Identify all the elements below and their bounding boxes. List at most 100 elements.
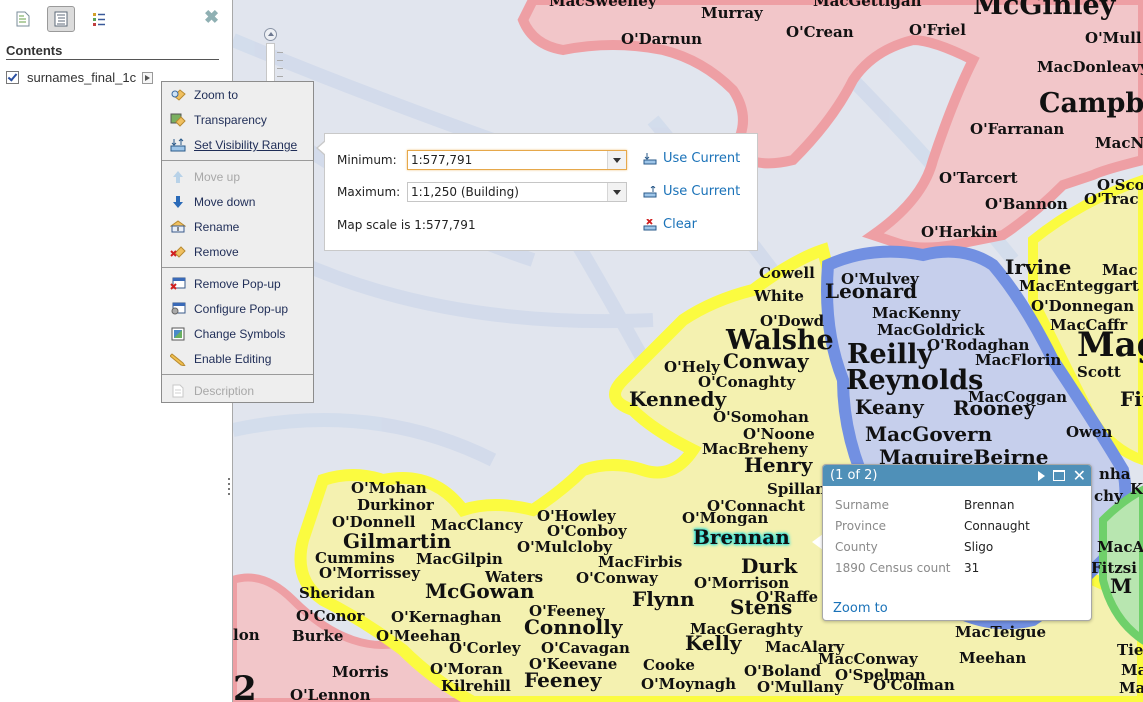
surname-label[interactable]: Conway — [723, 351, 809, 371]
layer-options-button[interactable] — [142, 71, 154, 84]
surname-label[interactable]: O'Colman — [873, 678, 955, 693]
surname-label[interactable]: O'Bannon — [985, 197, 1068, 212]
chevron-down-icon[interactable] — [607, 151, 626, 169]
surname-label[interactable]: Henry — [744, 455, 812, 475]
surname-label[interactable]: MacSweeney — [549, 0, 656, 9]
menu-item-move-up[interactable]: Move up — [162, 166, 313, 188]
surname-label[interactable]: O'Mull — [1085, 31, 1142, 46]
surname-label[interactable]: O'Kernaghan — [391, 610, 501, 625]
use-current-minimum-button[interactable]: Use Current — [643, 151, 740, 166]
surname-label[interactable]: O'Crean — [786, 25, 854, 40]
surname-label[interactable]: MacC — [1121, 663, 1143, 678]
surname-label[interactable]: O'Boland — [744, 664, 821, 679]
surname-label[interactable]: chy — [1094, 489, 1123, 504]
menu-item-remove[interactable]: Remove — [162, 241, 313, 263]
surname-label[interactable]: Morris — [332, 665, 389, 680]
surname-label[interactable]: MacTeigue — [955, 625, 1046, 640]
popup-zoom-to-link[interactable]: Zoom to — [833, 601, 888, 616]
surname-label[interactable]: MacG — [1119, 681, 1143, 696]
surname-label[interactable]: O'Somohan — [713, 410, 809, 425]
surname-label[interactable]: O'Cavagan — [541, 641, 630, 656]
surname-label[interactable]: O'Morrissey — [319, 566, 420, 581]
surname-label[interactable]: Reynolds — [846, 367, 983, 394]
close-icon[interactable]: ✕ — [1073, 467, 1086, 484]
surname-label[interactable]: Kennedy — [629, 389, 726, 409]
surname-label[interactable]: Sheridan — [299, 586, 375, 601]
surname-label[interactable]: lon — [233, 628, 260, 643]
menu-item-rename[interactable]: Rename — [162, 216, 313, 238]
surname-label[interactable]: nha — [1099, 467, 1131, 482]
surname-label[interactable]: Tiern — [1117, 643, 1143, 658]
surname-label[interactable]: MacA — [1097, 540, 1143, 555]
surname-label[interactable]: O'Conor — [296, 609, 364, 624]
surname-label[interactable]: MacEnteggart — [1019, 279, 1139, 294]
surname-label[interactable]: MacGovern — [865, 424, 992, 444]
legend-button[interactable] — [85, 6, 113, 32]
surname-label[interactable]: O'Harkin — [921, 225, 997, 240]
surname-label[interactable]: MacKenny — [872, 306, 960, 321]
surname-label[interactable]: White — [754, 289, 804, 304]
surname-label[interactable]: Stens — [730, 597, 792, 617]
surname-label[interactable]: O'Mohan — [351, 481, 427, 496]
chevron-down-icon[interactable] — [607, 183, 626, 201]
menu-item-description[interactable]: Description — [162, 380, 313, 402]
menu-item-configure-popup[interactable]: Configure Pop-up — [162, 298, 313, 320]
next-feature-icon[interactable] — [1037, 470, 1045, 481]
surname-label[interactable]: Feeney — [524, 670, 601, 690]
menu-item-move-down[interactable]: Move down — [162, 191, 313, 213]
surname-label[interactable]: Campbell — [1039, 90, 1143, 117]
surname-label[interactable]: O'Conboy — [547, 524, 627, 539]
surname-label[interactable]: Cooke — [643, 658, 695, 673]
surname-label[interactable]: MacFirbis — [598, 555, 682, 570]
menu-item-set-visibility-range[interactable]: Set Visibility Range — [162, 134, 313, 156]
surname-label[interactable]: O'Farranan — [970, 122, 1064, 137]
surname-label[interactable]: Scott — [1077, 365, 1121, 380]
surname-label[interactable]: O'Donnell — [332, 515, 415, 530]
surname-label[interactable]: Durkinor — [357, 498, 434, 513]
surname-label[interactable]: O'Moran — [430, 662, 503, 677]
menu-item-transparency[interactable]: Transparency — [162, 109, 313, 131]
surname-label[interactable]: MacGilpin — [416, 552, 503, 567]
surname-label[interactable]: K — [1130, 482, 1143, 497]
surname-label[interactable]: O'Darnun — [621, 32, 702, 47]
surname-label[interactable]: McGowan — [425, 581, 534, 601]
surname-label[interactable]: O'Lennon — [290, 688, 370, 702]
splitter-grip[interactable] — [228, 478, 230, 498]
surname-label[interactable]: Kilrehill — [441, 679, 511, 694]
surname-label[interactable]: Keany — [855, 397, 924, 417]
surname-label[interactable]: M — [1110, 576, 1132, 596]
surname-label[interactable]: Mag — [1077, 328, 1143, 362]
surname-label[interactable]: Murray — [701, 6, 763, 21]
layer-visibility-checkbox[interactable] — [6, 71, 19, 84]
menu-item-remove-popup[interactable]: Remove Pop-up — [162, 273, 313, 295]
menu-item-zoom-to[interactable]: Zoom to — [162, 84, 313, 106]
minimum-scale-select[interactable]: 1:577,791 — [407, 150, 627, 170]
surname-label[interactable]: Cowell — [759, 266, 815, 281]
maximum-scale-select[interactable]: 1:1,250 (Building) — [407, 182, 627, 202]
menu-item-change-symbols[interactable]: Change Symbols — [162, 323, 313, 345]
surname-label[interactable]: MacConway — [818, 652, 918, 667]
surname-label[interactable]: Connolly — [524, 617, 623, 637]
surname-label[interactable]: MacDonleavy — [1037, 60, 1143, 75]
surname-label[interactable]: O'Mullany — [757, 680, 843, 695]
surname-label[interactable]: 2 — [233, 672, 257, 702]
surname-label[interactable]: O'Corley — [449, 641, 520, 656]
layer-name[interactable]: surnames_final_1c — [27, 70, 136, 85]
maximize-icon[interactable] — [1052, 470, 1065, 481]
surname-label[interactable]: McGinley — [973, 0, 1115, 19]
surname-label[interactable]: O'Mongan — [682, 511, 768, 526]
surname-label[interactable]: Reilly — [847, 341, 933, 368]
surname-label[interactable]: O'Donnegan — [1031, 299, 1134, 314]
zoom-in-button[interactable] — [264, 28, 277, 41]
surname-label[interactable]: Kelly — [685, 633, 741, 653]
surname-label[interactable]: Burke — [292, 629, 343, 644]
surname-label[interactable]: Gilmartin — [343, 531, 451, 551]
surname-label[interactable]: MacGettigan — [813, 0, 921, 9]
surname-label[interactable]: MacFlorin — [975, 353, 1061, 368]
about-details-button[interactable] — [9, 6, 37, 32]
surname-label[interactable]: O'Friel — [909, 23, 966, 38]
surname-label[interactable]: O'Moynagh — [641, 677, 736, 692]
surname-label[interactable]: Flynn — [632, 589, 695, 609]
surname-label[interactable]: Owen — [1066, 425, 1112, 440]
surname-label[interactable]: Brennan — [693, 527, 790, 547]
